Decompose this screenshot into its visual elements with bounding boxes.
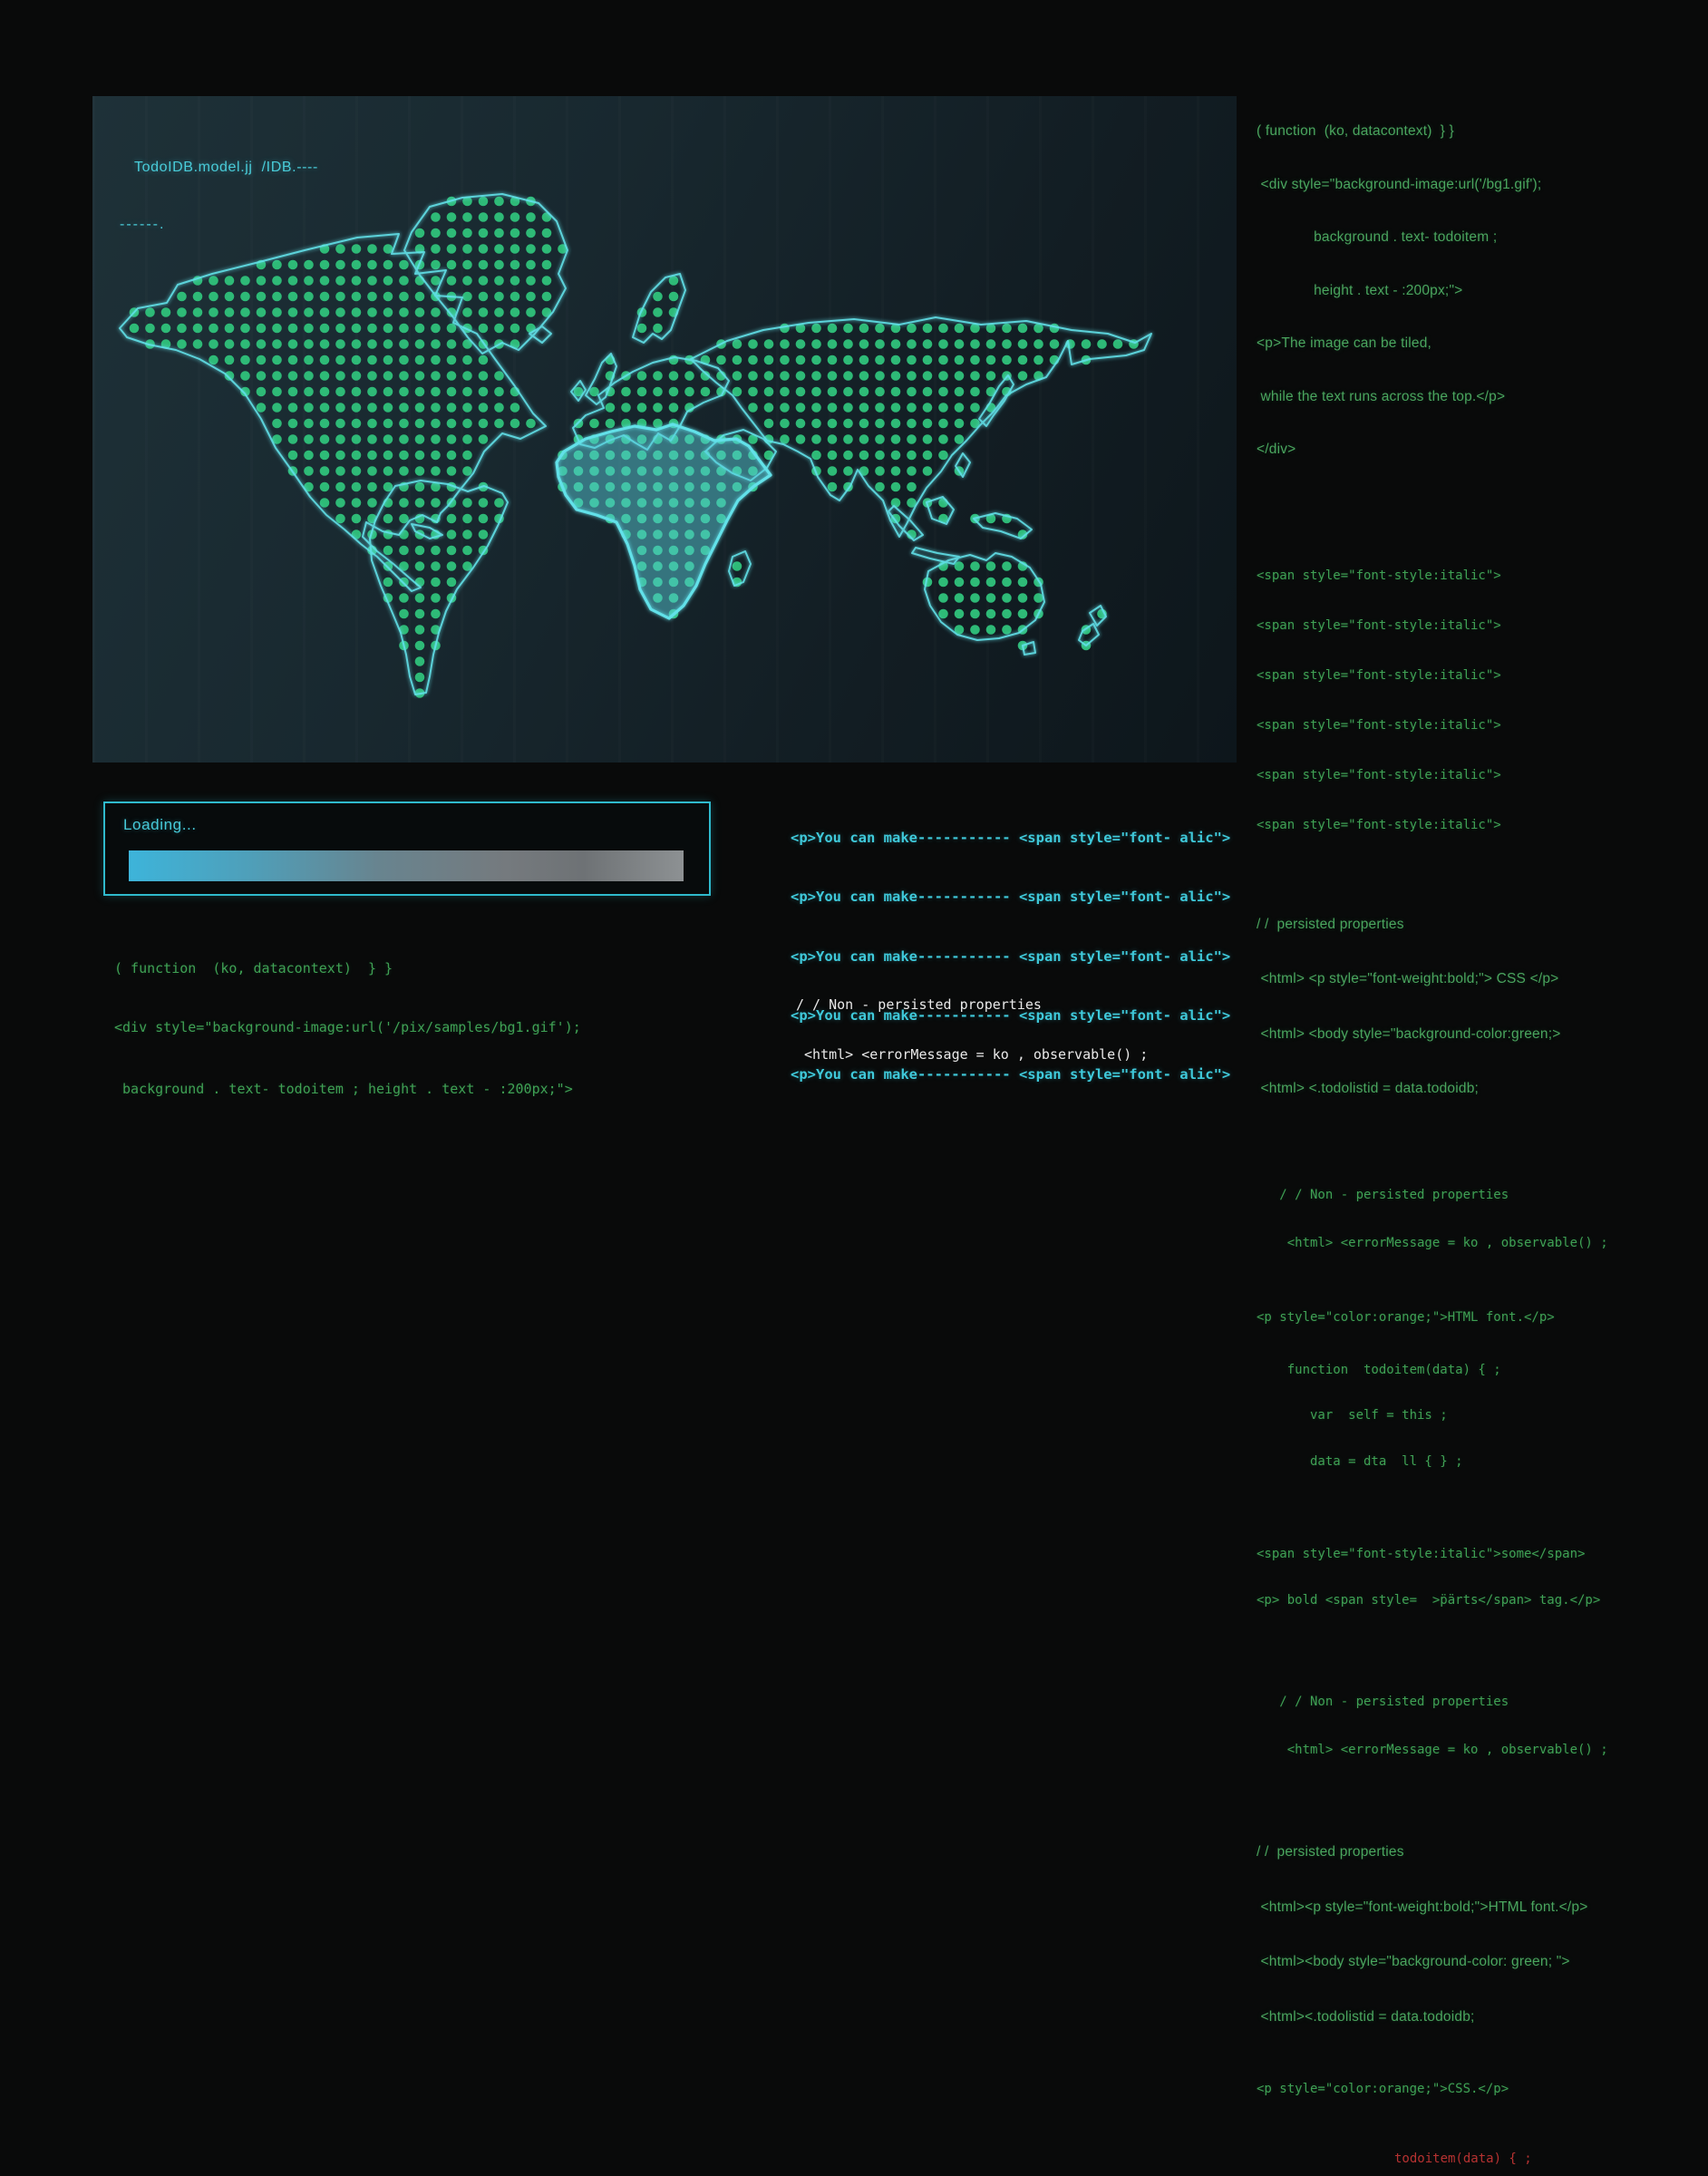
code-line: </div> (1257, 441, 1708, 459)
code-line: <div style="background-image:url('/pix/s… (114, 1018, 581, 1036)
loading-label: Loading... (123, 816, 197, 834)
code-line: / / Non - persisted properties (1257, 1693, 1708, 1712)
code-line: background . text- todoitem ; height . t… (114, 1080, 581, 1098)
code-line: ( function (ko, datacontext) } } (1257, 122, 1708, 141)
persisted-properties-block-1: / / persisted properties <html> <p style… (1257, 879, 1708, 1134)
code-line: <span style="font-style:italic">some</sp… (1257, 1546, 1708, 1563)
code-line: <span style="font-style:italic"> (1257, 765, 1708, 786)
island-sumatra (888, 506, 923, 540)
code-line: / / persisted properties (1257, 915, 1708, 935)
island-japan (979, 375, 1014, 426)
code-line: <span style="font-style:italic"> (1257, 715, 1708, 736)
code-line: <p>You can make----------- <span style="… (791, 825, 1230, 851)
code-line: <span style="font-style:italic"> (1257, 665, 1708, 686)
continent-asia (691, 317, 1151, 537)
code-line: <span style="font-style:italic"> (1257, 566, 1708, 587)
code-line: / / Non - persisted properties (796, 996, 1148, 1014)
red-code-block: todoitem(data) { ; var self = this ; dat… (1394, 2122, 1708, 2176)
code-line: <html> <errorMessage = ko , observable()… (1257, 1741, 1708, 1760)
code-line: <p> bold <span style= >p̈ärts</span> tag… (1257, 1592, 1708, 1609)
code-line: <p>You can make----------- <span style="… (791, 884, 1230, 910)
code-line: ( function (ko, datacontext) } } (114, 959, 581, 977)
span-lines-block: <span style="font-style:italic"> <span s… (1257, 537, 1708, 865)
loading-progress-bar (129, 850, 684, 881)
continent-africa-highlighted (557, 424, 771, 618)
code-line: <span style="font-style:italic"> (1257, 815, 1708, 836)
head-code-block: ( function (ko, datacontext) } } <div st… (1257, 87, 1708, 494)
map-title-line1: TodoIDB.model.jj /IDB.---- (134, 158, 318, 177)
world-map-panel: TodoIDB.model.jj /IDB.---- ------. (92, 96, 1237, 763)
code-line: <html> <p style="font-weight:bold;"> CSS… (1257, 969, 1708, 989)
code-line: data = dta ll { } ; (1257, 1453, 1708, 1471)
code-line: / / Non - persisted properties (1257, 1186, 1708, 1205)
persisted-properties-block-2: / / persisted properties <html><p style=… (1257, 1807, 1708, 2062)
code-line: <html> <errorMessage = ko , observable()… (796, 1046, 1148, 1064)
code-line: / / persisted properties (1257, 1842, 1708, 1862)
code-line: todoitem(data) { ; (1394, 2151, 1708, 2168)
code-line: <html><body style="background-color: gre… (1257, 1952, 1708, 1972)
code-line: <html> <.todolistid = data.todoidb; (1257, 1079, 1708, 1099)
italic-some-block: <span style="font-style:italic">some</sp… (1257, 1517, 1708, 1637)
non-persisted-block-2: / / Non - persisted properties <html> <e… (1257, 1664, 1708, 1789)
map-title: TodoIDB.model.jj /IDB.---- ------. (134, 120, 318, 272)
code-line: height . text - :200px;"> (1257, 282, 1708, 300)
code-line: <div style="background-image:url('/bg1.g… (1257, 176, 1708, 194)
code-line: while the text runs across the top.</p> (1257, 388, 1708, 406)
orange-html-line: <p style="color:orange;">HTML font.</p> (1257, 1308, 1708, 1326)
code-line: <html> <body style="background-color:gre… (1257, 1025, 1708, 1044)
function-block: function todoitem(data) { ; var self = t… (1257, 1333, 1708, 1500)
island-java (912, 548, 959, 564)
loading-panel: Loading... (103, 801, 711, 896)
map-title-line2: ------. (120, 215, 318, 234)
orange-css-line: <p style="color:orange;">CSS.</p> (1257, 2080, 1708, 2098)
right-code-column: ( function (ko, datacontext) } } <div st… (1257, 87, 1708, 2176)
code-line: <html> <errorMessage = ko , observable()… (1257, 1234, 1708, 1253)
code-line: <html><.todolistid = data.todoidb; (1257, 2007, 1708, 2027)
code-line: <span style="font-style:italic"> (1257, 616, 1708, 636)
center-white-code-block: / / Non - persisted properties <html> <e… (796, 964, 1148, 1080)
code-line: function todoitem(data) { ; (1257, 1362, 1708, 1379)
bottom-left-code-block: ( function (ko, datacontext) } } <div st… (114, 927, 581, 1114)
continent-south-america (370, 481, 508, 695)
code-line: <html><p style="font-weight:bold;">HTML … (1257, 1898, 1708, 1918)
code-line: background . text- todoitem ; (1257, 228, 1708, 247)
code-line: var self = this ; (1257, 1407, 1708, 1424)
code-line: <p>The image can be tiled, (1257, 335, 1708, 353)
island-new-zealand-south (1079, 624, 1099, 646)
non-persisted-block-1: / / Non - persisted properties <html> <e… (1257, 1157, 1708, 1282)
hacker-dashboard: { "map": { "label_line1": "TodoIDB.model… (0, 0, 1708, 1088)
